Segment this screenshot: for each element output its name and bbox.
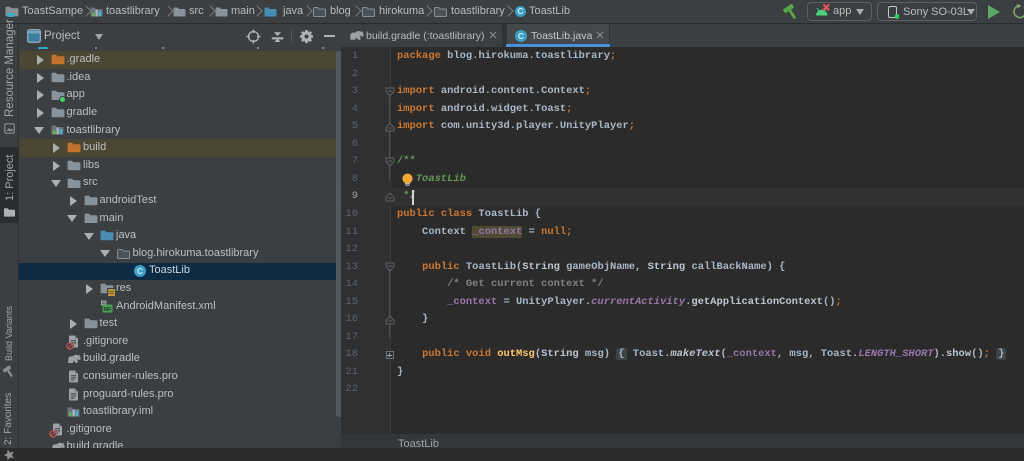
- svg-text:MF: MF: [104, 307, 113, 313]
